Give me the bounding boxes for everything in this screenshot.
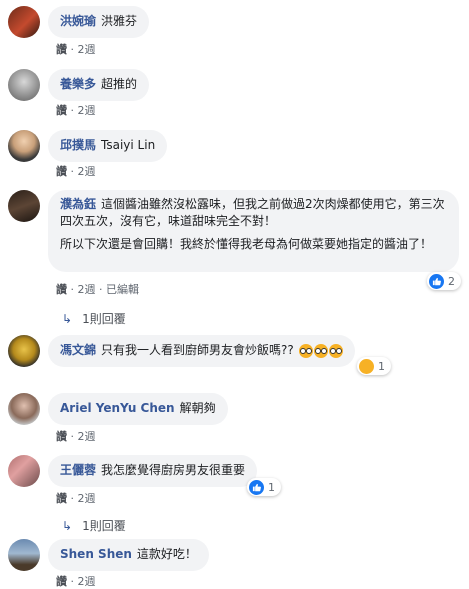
nerd-face-emoji — [298, 343, 313, 358]
comment-6: Ariel YenYu Chen 解朝夠 讚 · 2週 — [0, 390, 469, 445]
comment-text[interactable]: 只有我一人看到廚師男友會炒飯嗎?? — [101, 343, 294, 357]
separator: · — [70, 43, 75, 56]
comment-author[interactable]: Shen Shen — [60, 547, 132, 561]
avatar[interactable] — [8, 6, 40, 38]
comment-7: 王儷蓉 我怎麼覺得廚房男友很重要 1 讚 · 2週 ↳ 1則回覆 — [0, 453, 469, 538]
timestamp[interactable]: 2週 — [78, 430, 96, 443]
reaction-count[interactable]: 2 — [427, 272, 461, 290]
avatar[interactable] — [8, 130, 40, 162]
comment-bubble: 洪婉瑜 洪雅芬 — [48, 6, 150, 38]
like-reaction-icon — [429, 273, 444, 289]
view-replies-link[interactable]: ↳ 1則回覆 — [62, 517, 126, 534]
comment-bubble: Ariel YenYu Chen 解朝夠 — [48, 393, 228, 425]
comment-text[interactable]: 這款好吃！ — [137, 547, 197, 561]
comment-meta: 讚 · 2週 — [56, 163, 96, 179]
like-reaction-icon — [249, 479, 264, 495]
comment-2: 養樂多 超推的 讚 · 2週 — [0, 65, 469, 120]
reaction-count-value: 1 — [378, 359, 385, 373]
like-link[interactable]: 讚 — [56, 104, 67, 117]
edited-label[interactable]: 已編輯 — [106, 283, 139, 296]
separator: · — [70, 492, 75, 505]
comment-text[interactable]: Tsaiyi Lin — [101, 138, 155, 152]
reaction-count-value: 2 — [448, 274, 455, 288]
comment-1: 洪婉瑜 洪雅芬 讚 · 2週 — [0, 0, 469, 57]
like-link[interactable]: 讚 — [56, 43, 67, 56]
nerd-face-emoji — [328, 343, 343, 358]
reply-arrow-icon: ↳ — [62, 312, 73, 326]
timestamp[interactable]: 2週 — [78, 165, 96, 178]
comment-author[interactable]: 濮為鈺 — [60, 197, 96, 211]
comment-author[interactable]: 邱撲馬 — [60, 138, 96, 152]
comment-meta: 讚 · 2週 — [56, 102, 96, 118]
comment-meta: 讚 · 2週 — [56, 428, 96, 444]
comment-text[interactable]: 超推的 — [101, 77, 137, 91]
haha-reaction-icon — [359, 358, 374, 374]
timestamp[interactable]: 2週 — [78, 283, 96, 296]
comment-text[interactable]: 我怎麼覺得廚房男友很重要 — [101, 463, 245, 477]
timestamp[interactable]: 2週 — [78, 43, 96, 56]
reaction-count-value: 1 — [268, 480, 275, 494]
avatar[interactable] — [8, 335, 40, 367]
avatar[interactable] — [8, 393, 40, 425]
comment-author[interactable]: 養樂多 — [60, 77, 96, 91]
comment-3: 邱撲馬 Tsaiyi Lin 讚 · 2週 — [0, 127, 469, 182]
comment-author[interactable]: Ariel YenYu Chen — [60, 401, 175, 415]
replies-count[interactable]: 1則回覆 — [82, 519, 126, 533]
separator: · — [70, 104, 75, 117]
comment-bubble: 王儷蓉 我怎麼覺得廚房男友很重要 — [48, 455, 258, 487]
comment-text[interactable]: 洪雅芬 — [101, 14, 137, 28]
comment-meta: 讚 · 2週 — [56, 573, 96, 589]
separator: · — [70, 283, 75, 296]
comment-5: 馮文錦 只有我一人看到廚師男友會炒飯嗎?? 1 — [0, 333, 469, 388]
comment-bubble: 濮為鈺 這個醬油雖然沒松露味，但我之前做過2次肉燥都使用它，第三次四次五次，沒有它… — [48, 190, 459, 272]
comment-meta: 讚 · 2週 · 已編輯 — [56, 281, 139, 297]
nerd-face-emoji — [313, 343, 328, 358]
avatar[interactable] — [8, 69, 40, 101]
like-link[interactable]: 讚 — [56, 165, 67, 178]
avatar[interactable] — [8, 539, 40, 571]
comment-bubble: 邱撲馬 Tsaiyi Lin — [48, 130, 168, 162]
timestamp[interactable]: 2週 — [78, 104, 96, 117]
separator: · — [99, 283, 103, 296]
avatar[interactable] — [8, 190, 40, 222]
comment-author[interactable]: 馮文錦 — [60, 343, 96, 357]
like-link[interactable]: 讚 — [56, 492, 67, 505]
reaction-count[interactable]: 1 — [357, 357, 391, 375]
avatar[interactable] — [8, 455, 40, 487]
comment-author[interactable]: 王儷蓉 — [60, 463, 96, 477]
comment-meta: 讚 · 2週 — [56, 41, 96, 57]
timestamp[interactable]: 2週 — [78, 492, 96, 505]
comment-text-paragraph-2[interactable]: 所以下次還是會回購！我終於懂得我老母為何做菜要她指定的醬油了！ — [60, 236, 447, 253]
comment-4: 濮為鈺 這個醬油雖然沒松露味，但我之前做過2次肉燥都使用它，第三次四次五次，沒有它… — [0, 188, 469, 328]
view-replies-link[interactable]: ↳ 1則回覆 — [62, 310, 126, 327]
comment-bubble: Shen Shen 這款好吃！ — [48, 539, 209, 571]
like-link[interactable]: 讚 — [56, 430, 67, 443]
comment-text[interactable]: 解朝夠 — [180, 401, 216, 415]
comment-text[interactable]: 這個醬油雖然沒松露味，但我之前做過2次肉燥都使用它，第三次四次五次，沒有它，味道… — [60, 197, 445, 228]
like-link[interactable]: 讚 — [56, 283, 67, 296]
reaction-count[interactable]: 1 — [247, 478, 281, 496]
separator: · — [70, 165, 75, 178]
comment-bubble: 馮文錦 只有我一人看到廚師男友會炒飯嗎?? — [48, 335, 355, 367]
replies-count[interactable]: 1則回覆 — [82, 312, 126, 326]
comment-author[interactable]: 洪婉瑜 — [60, 14, 96, 28]
comment-8: Shen Shen 這款好吃！ 讚 · 2週 — [0, 537, 469, 588]
reply-arrow-icon: ↳ — [62, 519, 73, 533]
separator: · — [70, 430, 75, 443]
comment-bubble: 養樂多 超推的 — [48, 69, 150, 101]
comment-meta: 讚 · 2週 — [56, 490, 96, 506]
